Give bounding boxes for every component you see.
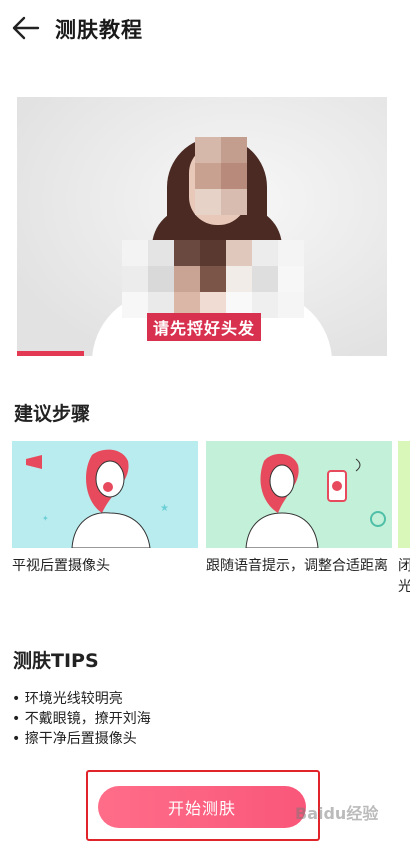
tip-item: • 环境光线较明亮 xyxy=(12,691,123,707)
step-label-1: 平视后置摄像头 xyxy=(12,558,110,574)
svg-text:✦: ✦ xyxy=(42,514,49,523)
svg-text:★: ★ xyxy=(160,503,169,514)
video-caption: 请先捋好头发 xyxy=(147,313,262,341)
start-test-button[interactable]: 开始测肤 xyxy=(98,786,306,828)
tutorial-video[interactable]: 请先捋好头发 xyxy=(17,97,387,356)
back-arrow-icon[interactable] xyxy=(10,12,42,44)
tips-title: 测肤TIPS xyxy=(13,650,99,672)
mosaic-blur-body xyxy=(122,240,304,318)
step-label-2: 跟随语音提示，调整合适距离 xyxy=(206,558,388,574)
tip-item: • 不戴眼镜，撩开刘海 xyxy=(12,711,151,727)
mosaic-blur xyxy=(195,137,247,215)
illustration-look-at-camera: ★ ✦ xyxy=(12,441,198,548)
step-card-2[interactable] xyxy=(206,441,392,548)
step-card-3[interactable] xyxy=(398,441,410,548)
step-card-1[interactable]: ★ ✦ xyxy=(12,441,198,548)
video-progress-bar[interactable] xyxy=(17,351,84,356)
illustration-adjust-distance xyxy=(206,441,392,548)
tips-list: • 环境光线较明亮 • 不戴眼镜，撩开刘海 • 擦干净后置摄像头 xyxy=(12,689,151,749)
page-title: 测肤教程 xyxy=(55,18,143,42)
tip-item: • 擦干净后置摄像头 xyxy=(12,731,137,747)
step-label-3: 闭光 xyxy=(398,558,410,595)
watermark: Baidu经验 xyxy=(295,804,379,823)
steps-title: 建议步骤 xyxy=(14,403,91,425)
header: 测肤教程 xyxy=(0,0,410,56)
